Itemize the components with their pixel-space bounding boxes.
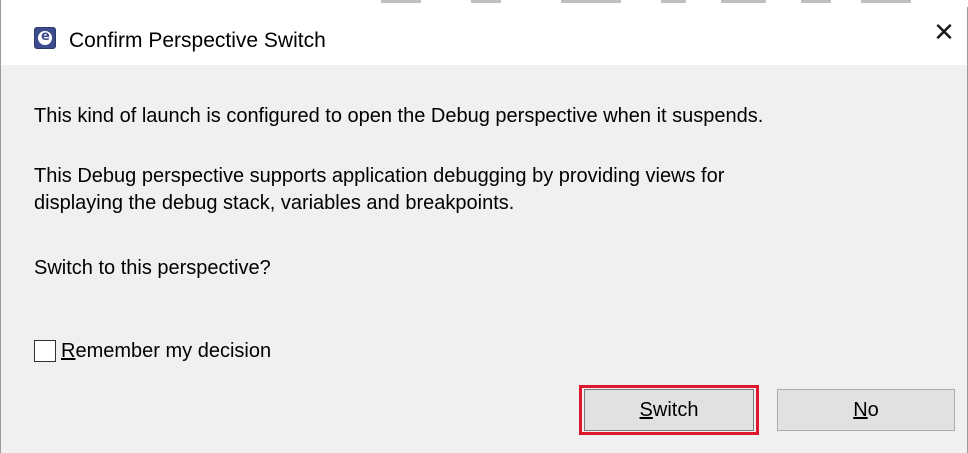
launch-config-message: This kind of launch is configured to ope… <box>34 105 764 127</box>
background-window-edge <box>1 0 968 7</box>
switch-button[interactable]: Switch <box>584 389 754 431</box>
dialog-title: Confirm Perspective Switch <box>69 29 326 52</box>
perspective-description-line-2: displaying the debug stack, variables an… <box>34 192 515 214</box>
close-button[interactable]: ✕ <box>921 10 967 56</box>
remember-decision-option[interactable]: Remember my decision <box>34 337 271 365</box>
perspective-description-line-1: This Debug perspective supports applicat… <box>34 165 725 187</box>
confirm-perspective-switch-dialog: Confirm Perspective Switch ✕ This kind o… <box>0 0 968 453</box>
remember-decision-checkbox[interactable] <box>34 340 56 362</box>
remember-label-rest: emember my decision <box>75 339 272 362</box>
remember-decision-label[interactable]: Remember my decision <box>61 340 271 363</box>
remember-mnemonic: R <box>61 339 76 362</box>
no-label-rest: o <box>867 398 879 421</box>
eclipse-app-icon <box>34 27 56 49</box>
no-button[interactable]: No <box>777 389 955 431</box>
title-bar: Confirm Perspective Switch <box>1 7 967 65</box>
switch-mnemonic: S <box>639 398 653 421</box>
no-mnemonic: N <box>853 398 868 421</box>
switch-question: Switch to this perspective? <box>34 257 271 279</box>
close-icon: ✕ <box>933 18 955 48</box>
switch-label-rest: witch <box>652 398 699 421</box>
